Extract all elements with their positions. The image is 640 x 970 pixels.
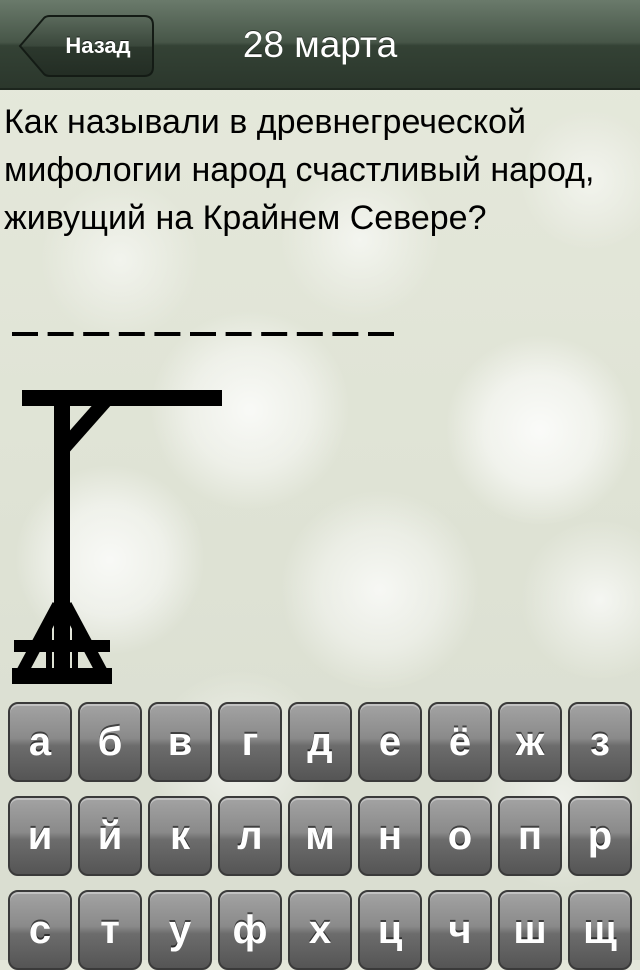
letter-blank: [368, 332, 394, 336]
key-а[interactable]: а: [8, 702, 72, 782]
key-ч[interactable]: ч: [428, 890, 492, 970]
key-к[interactable]: к: [148, 796, 212, 876]
key-й[interactable]: й: [78, 796, 142, 876]
question-text: Как называли в древнегреческой мифологии…: [4, 103, 595, 237]
key-о[interactable]: о: [428, 796, 492, 876]
hangman-gallows: [12, 390, 222, 684]
letter-blank: [83, 332, 110, 336]
key-ф[interactable]: ф: [218, 890, 282, 970]
key-е[interactable]: е: [358, 702, 422, 782]
key-ц[interactable]: ц: [358, 890, 422, 970]
key-г[interactable]: г: [218, 702, 282, 782]
answer-word-blanks: [12, 332, 394, 336]
key-в[interactable]: в: [148, 702, 212, 782]
page-title: 28 марта: [242, 24, 398, 65]
key-з[interactable]: з: [568, 702, 632, 782]
letter-blank: [296, 332, 323, 336]
key-ё[interactable]: ё: [428, 702, 492, 782]
letter-keyboard: абвгдеёжз ийклмнопр стуфхцчшщ: [0, 698, 640, 970]
key-ш[interactable]: ш: [498, 890, 562, 970]
gallows-post: [54, 390, 70, 670]
key-п[interactable]: п: [498, 796, 562, 876]
letter-blank: [190, 332, 216, 336]
letter-blank: [47, 332, 74, 336]
letter-blank: [12, 332, 38, 336]
letter-blank: [118, 332, 145, 336]
letter-blank: [332, 332, 359, 336]
letter-blank: [225, 332, 252, 336]
navigation-bar: Назад 28 марта: [0, 0, 640, 90]
key-д[interactable]: д: [288, 702, 352, 782]
back-button-label: Назад: [65, 33, 131, 58]
key-м[interactable]: м: [288, 796, 352, 876]
key-н[interactable]: н: [358, 796, 422, 876]
key-л[interactable]: л: [218, 796, 282, 876]
key-с[interactable]: с: [8, 890, 72, 970]
key-р[interactable]: р: [568, 796, 632, 876]
gallows-beam: [22, 390, 222, 406]
key-у[interactable]: у: [148, 890, 212, 970]
key-ж[interactable]: ж: [498, 702, 562, 782]
key-х[interactable]: х: [288, 890, 352, 970]
letter-blank: [154, 332, 181, 336]
key-и[interactable]: и: [8, 796, 72, 876]
key-щ[interactable]: щ: [568, 890, 632, 970]
letter-blank: [261, 332, 288, 336]
key-т[interactable]: т: [78, 890, 142, 970]
key-б[interactable]: б: [78, 702, 142, 782]
back-button[interactable]: Назад: [18, 15, 154, 77]
